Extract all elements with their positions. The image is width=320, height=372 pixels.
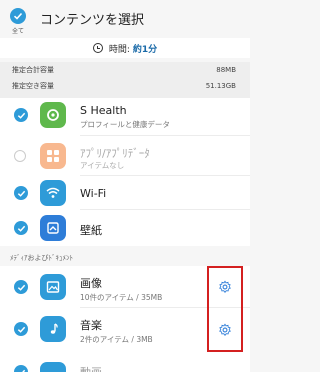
item-title: 動画 (80, 364, 102, 372)
item-title: ｱﾌﾟﾘ/ｱﾌﾟﾘﾃﾞｰﾀ (80, 147, 150, 160)
item-title: Wi-Fi (80, 187, 107, 200)
stat-value-total: 88MB (216, 66, 236, 74)
video-icon (40, 362, 66, 372)
stat-label-total: 推定合計容量 (12, 66, 54, 74)
capacity-stats: 推定合計容量 88MB 推定空き容量 51.13GB (0, 62, 250, 98)
s-health-icon (40, 102, 66, 128)
item-subtitle: 10件のアイテム / 35MB (80, 293, 163, 302)
estimated-time: 時間: 約1分 (0, 38, 250, 58)
list-item-wallpaper[interactable]: 壁紙 (0, 210, 250, 246)
time-label: 時間: (108, 44, 130, 55)
wifi-icon (40, 180, 66, 206)
stat-label-free: 推定空き容量 (12, 82, 54, 90)
item-title: 音楽 (80, 319, 102, 332)
item-checkbox[interactable] (14, 221, 28, 235)
item-title: 画像 (80, 277, 102, 290)
header: 全て コンテンツを選択 (0, 0, 250, 38)
item-title: S Health (80, 104, 127, 117)
stat-row: 推定合計容量 88MB (0, 62, 250, 78)
stat-value-free: 51.13GB (205, 82, 236, 90)
list-item-wifi[interactable]: Wi-Fi (0, 176, 250, 210)
apps-icon (40, 143, 66, 169)
checkmark-icon (10, 8, 26, 24)
wallpaper-icon (40, 215, 66, 241)
list-item-video[interactable]: 動画 (0, 352, 250, 372)
list-item-s-health[interactable]: S Health プロフィールと健康データ (0, 98, 250, 136)
select-all-checkbox[interactable]: 全て (8, 6, 28, 35)
list-item-apps[interactable]: ｱﾌﾟﾘ/ｱﾌﾟﾘﾃﾞｰﾀ アイテムなし (0, 136, 250, 176)
clock-icon (92, 43, 103, 53)
item-checkbox[interactable] (14, 186, 28, 200)
time-value: 約1分 (132, 44, 158, 55)
item-subtitle: 2件のアイテム / 3MB (80, 335, 153, 344)
item-subtitle: プロフィールと健康データ (80, 120, 170, 129)
item-checkbox[interactable] (14, 322, 28, 336)
stat-row: 推定空き容量 51.13GB (0, 78, 250, 94)
item-checkbox[interactable] (14, 365, 28, 372)
select-all-label: 全て (11, 28, 24, 35)
section-header-media: ﾒﾃﾞｨｱおよびﾄﾞｷｭﾒﾝﾄ (10, 254, 73, 262)
item-subtitle: アイテムなし (80, 161, 125, 170)
music-icon (40, 316, 66, 342)
item-checkbox[interactable] (14, 280, 28, 294)
item-title: 壁紙 (80, 224, 102, 237)
item-checkbox[interactable] (14, 150, 26, 162)
item-checkbox[interactable] (14, 108, 28, 122)
highlight-box (207, 266, 243, 352)
page-title: コンテンツを選択 (40, 13, 145, 28)
image-icon (40, 274, 66, 300)
